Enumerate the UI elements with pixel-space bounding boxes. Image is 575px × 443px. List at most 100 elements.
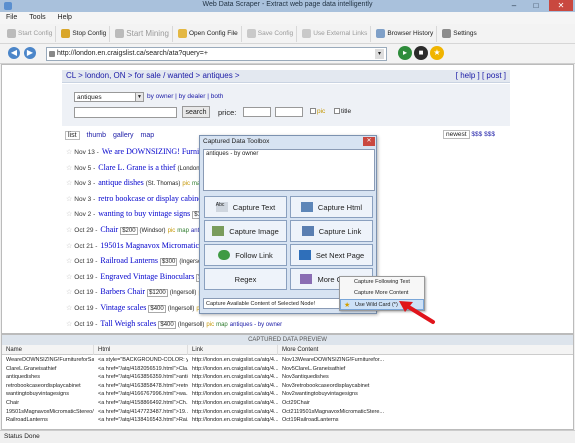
help-post-links[interactable]: [ help ] [ post ] <box>456 71 506 80</box>
toolbox-title: Captured Data Toolbox <box>203 138 270 145</box>
pic-checkbox[interactable]: pic <box>310 108 325 115</box>
tab-gallery[interactable]: gallery <box>113 132 134 139</box>
capture-image-button[interactable]: Capture Image <box>204 220 287 242</box>
table-row[interactable]: 19501sMagnavoxMicromaticStereo/P... <a hr… <box>2 408 573 416</box>
image-icon <box>212 226 225 236</box>
mining-icon <box>115 29 125 38</box>
url-dropdown-icon[interactable]: ▾ <box>375 49 384 59</box>
star-icon[interactable]: ★ <box>430 46 444 60</box>
stop-button[interactable]: ■ <box>414 46 428 60</box>
search-input[interactable] <box>74 107 177 118</box>
listing-title-link[interactable]: Engraved Vintage Binoculars <box>100 272 194 281</box>
use-external-links-button[interactable]: Use External Links <box>299 25 372 42</box>
star-icon: ★ <box>344 302 351 309</box>
listing-title-link[interactable]: Chair <box>100 225 118 234</box>
favorite-star-icon[interactable]: ☆ <box>66 227 72 234</box>
play-icon <box>7 29 16 38</box>
listing-date: Nov 3 - <box>74 180 96 188</box>
table-row[interactable]: WeareDOWNSIZING!FurnitureforSale <a style… <box>2 356 573 364</box>
table-cell: <a href="/atq/4182056519.html">Cla... <box>98 365 188 372</box>
go-button[interactable]: ▸ <box>398 46 412 60</box>
favorite-star-icon[interactable]: ☆ <box>66 211 72 218</box>
col-name[interactable]: Name <box>2 345 94 355</box>
favorite-star-icon[interactable]: ☆ <box>66 258 72 265</box>
open-config-button[interactable]: Open Config File <box>175 25 242 42</box>
favorite-star-icon[interactable]: ☆ <box>66 180 72 187</box>
regex-button[interactable]: Regex <box>204 268 287 290</box>
capture-text-button[interactable]: Abc Capture Text <box>204 196 287 218</box>
listing-date: Nov 13 - <box>74 149 99 156</box>
title-checkbox[interactable]: title <box>334 108 351 115</box>
save-config-button[interactable]: Save Config <box>244 25 298 42</box>
listing-title-link[interactable]: antique dishes <box>98 178 144 187</box>
listing-title-link[interactable]: retro bookcase or display cabinet <box>98 194 204 203</box>
forward-button[interactable]: ▶ <box>24 47 36 59</box>
listing-title-link[interactable]: wanting to buy vintage signs <box>98 209 190 218</box>
favorite-star-icon[interactable]: ☆ <box>66 274 72 281</box>
listing-title-link[interactable]: Barbers Chair <box>100 287 145 296</box>
stop-config-button[interactable]: Stop Config <box>58 25 111 42</box>
tab-thumb[interactable]: thumb <box>87 132 106 139</box>
table-row[interactable]: Chair <a href="/atq/4158866492.html">Ch..… <box>2 399 573 407</box>
favorite-star-icon[interactable]: ☆ <box>66 321 72 328</box>
table-cell: ClareL.Graneisathief <box>6 365 57 372</box>
breadcrumb[interactable]: CL > london, ON > for sale / wanted > an… <box>66 71 240 80</box>
start-config-button[interactable]: Start Config <box>4 25 57 42</box>
owner-dealer-filter[interactable]: by owner | by dealer | both <box>147 93 223 100</box>
tab-map[interactable]: map <box>141 132 155 139</box>
menu-help[interactable]: Help <box>58 14 72 21</box>
favorite-star-icon[interactable]: ☆ <box>66 305 72 312</box>
search-button[interactable]: search <box>182 106 210 118</box>
table-row[interactable]: wantingtobuyvintagesigns <a href="/atq/41… <box>2 390 573 398</box>
listing-title-link[interactable]: Clare L. Grane is a thief <box>98 163 175 172</box>
back-button[interactable]: ◀ <box>8 47 20 59</box>
listing-title-link[interactable]: Tall Weigh scales <box>100 319 156 328</box>
sort-price-high[interactable]: $$$ <box>484 131 495 138</box>
category-select[interactable]: antiques ▼ <box>74 92 144 102</box>
favorite-star-icon[interactable]: ☆ <box>66 289 72 296</box>
url-input[interactable]: http://london.en.craigslist.ca/search/at… <box>46 47 387 61</box>
favorite-star-icon[interactable]: ☆ <box>66 149 72 156</box>
set-next-page-button[interactable]: Set Next Page <box>290 244 373 266</box>
menu-file[interactable]: File <box>6 14 17 21</box>
menu-capture-following-text[interactable]: Capture Following Text <box>340 277 424 288</box>
capture-html-button[interactable]: Capture Html <box>290 196 373 218</box>
follow-link-button[interactable]: Follow Link <box>204 244 287 266</box>
listing-title-link[interactable]: Vintage scales <box>100 303 146 312</box>
listing-tag-pic[interactable]: pic <box>168 228 176 234</box>
listing-tag-map[interactable]: map <box>216 322 228 328</box>
preview-header: CAPTURED DATA PREVIEW <box>2 335 573 345</box>
browser-history-button[interactable]: Browser History <box>373 25 438 42</box>
table-row[interactable]: retrobookcaseordisplaycabinet <a href="/a… <box>2 382 573 390</box>
favorite-star-icon[interactable]: ☆ <box>66 243 72 250</box>
col-more-content[interactable]: More Content <box>278 345 575 355</box>
link-icon <box>302 29 312 38</box>
start-mining-button[interactable]: Start Mining <box>112 25 173 42</box>
settings-button[interactable]: Settings <box>439 26 480 42</box>
sort-price-low[interactable]: $$$ <box>471 131 482 138</box>
table-row[interactable]: antiquedishes <a href="/atq/4163856359.ht… <box>2 373 573 381</box>
listing-tag-map[interactable]: map <box>177 228 189 234</box>
listing-tag-pic[interactable]: pic <box>182 181 190 187</box>
sort-newest[interactable]: newest <box>443 130 470 139</box>
maximize-button[interactable]: □ <box>527 0 545 11</box>
close-button[interactable]: ✕ <box>549 0 573 11</box>
minimize-button[interactable]: – <box>505 0 523 11</box>
table-row[interactable]: RailroadLanterns <a href="/atq/4138416543… <box>2 416 573 424</box>
listing-title-link[interactable]: Railroad Lanterns <box>100 256 158 265</box>
max-price-input[interactable] <box>275 107 303 117</box>
favorite-star-icon[interactable]: ☆ <box>66 165 72 172</box>
min-price-input[interactable] <box>243 107 271 117</box>
capture-link-button[interactable]: Capture Link <box>290 220 373 242</box>
listing-tag-pic[interactable]: pic <box>206 322 214 328</box>
link-icon <box>301 226 314 236</box>
close-icon[interactable]: ✕ <box>363 137 375 146</box>
favorite-star-icon[interactable]: ☆ <box>66 196 72 203</box>
table-row[interactable]: ClareL.Graneisathief <a href="/atq/418205… <box>2 365 573 373</box>
col-link[interactable]: Link <box>188 345 278 355</box>
col-html[interactable]: Html <box>94 345 188 355</box>
tab-list[interactable]: list <box>65 131 80 140</box>
captured-text-area[interactable]: antiques - by owner <box>203 149 375 191</box>
listing-tag-sub[interactable]: antiques - by owner <box>230 322 282 328</box>
menu-tools[interactable]: Tools <box>29 14 45 21</box>
